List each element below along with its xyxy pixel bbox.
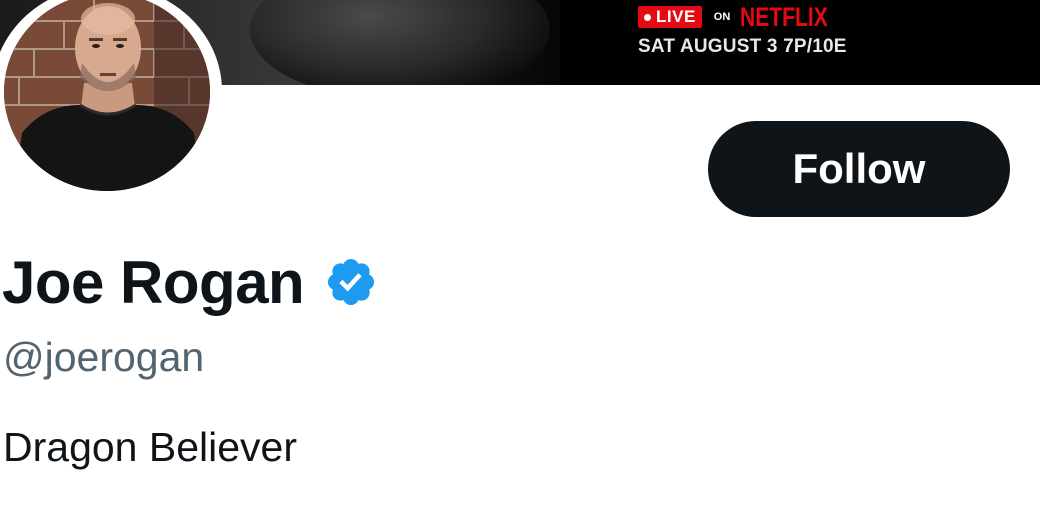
air-date: SAT AUGUST 3 7P/10E	[638, 36, 847, 57]
on-label: ON	[713, 11, 731, 23]
user-bio: Dragon Believer	[3, 424, 297, 470]
live-row: LIVE ON NETFLIX	[638, 2, 878, 32]
live-badge: LIVE	[638, 6, 702, 28]
netflix-logo: NETFLIX	[740, 2, 829, 32]
avatar-photo	[4, 0, 210, 191]
follow-button[interactable]: Follow	[708, 121, 1010, 217]
banner-figure	[250, 0, 550, 85]
display-name: Joe Rogan	[2, 248, 305, 316]
verified-badge-icon[interactable]	[324, 255, 378, 309]
name-row: Joe Rogan	[2, 246, 378, 318]
live-label: LIVE	[656, 7, 696, 26]
banner-promo: LIVE ON NETFLIX SAT AUGUST 3 7P/10E	[638, 4, 878, 74]
avatar[interactable]	[4, 0, 210, 191]
live-dot-icon	[644, 13, 651, 21]
user-handle: @joerogan	[3, 334, 205, 380]
profile-header: LIVE ON NETFLIX SAT AUGUST 3 7P/10E Foll…	[0, 0, 1040, 507]
